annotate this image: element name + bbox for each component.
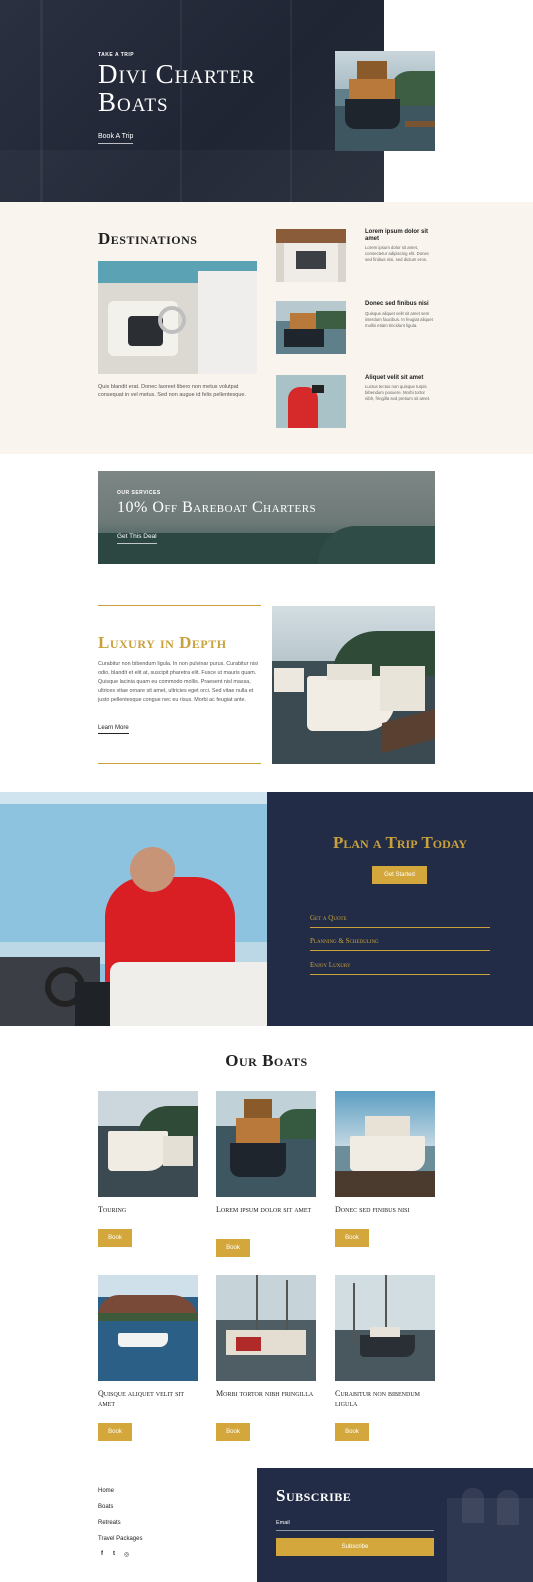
luxury-body: Curabitur non bibendum ligula. In non pu…	[98, 661, 259, 703]
dest-photo-2	[276, 301, 346, 354]
boat-5-book-button[interactable]: Book	[216, 1423, 250, 1441]
hero-title-line1: Divi Charter	[98, 59, 256, 89]
email-field[interactable]: Email	[276, 1520, 434, 1531]
helm-photo	[98, 261, 257, 374]
get-started-button[interactable]: Get Started	[372, 866, 427, 884]
banner-background	[98, 471, 435, 564]
learn-more-link[interactable]: Learn More	[98, 725, 129, 734]
banner-eyebrow: OUR SERVICES	[117, 490, 161, 496]
boat-1-book-button[interactable]: Book	[98, 1229, 132, 1247]
boats-title: Our Boats	[225, 1051, 308, 1070]
luxury-bottom-divider	[98, 763, 261, 764]
boat-photo-3	[335, 1091, 435, 1197]
dest-item-1-body: Lorem ipsum dolor sit amet, consectetur …	[365, 245, 430, 262]
banner-title: 10% Off Bareboat Charters	[117, 499, 317, 516]
footer-link-boats[interactable]: Boats	[98, 1504, 113, 1510]
captain-photo	[0, 792, 267, 1026]
boat-photo-4	[98, 1275, 198, 1381]
luxury-title: Luxury in Depth	[98, 633, 227, 652]
enjoy-luxury-link[interactable]: Enjoy Luxury	[310, 961, 490, 975]
boat-photo-6	[335, 1275, 435, 1381]
twitter-icon[interactable]: t	[113, 1551, 115, 1557]
hero-yacht-photo	[335, 51, 435, 151]
plan-title: Plan a Trip Today	[332, 833, 468, 852]
destinations-body: Quis blandit erat. Donec laoreet libero …	[98, 384, 246, 398]
get-quote-link[interactable]: Get a Quote	[310, 914, 490, 928]
dest-item-1-title: Lorem ipsum dolor sit amet	[365, 229, 429, 242]
subscribe-button[interactable]: Subscribe	[276, 1538, 434, 1556]
footer-link-home[interactable]: Home	[98, 1488, 114, 1494]
destinations-title: Destinations	[98, 229, 198, 248]
hero-background	[0, 0, 384, 202]
boat-name-1: Touring	[98, 1205, 127, 1214]
get-deal-link[interactable]: Get This Deal	[117, 533, 157, 544]
dest-item-2-title: Donec sed finibus nisi	[365, 301, 429, 307]
luxury-top-divider	[98, 605, 261, 606]
boat-3-book-button[interactable]: Book	[335, 1229, 369, 1247]
dest-item-3-body: Luctus tectus non quisque turpis bibendu…	[365, 384, 431, 401]
destinations-background	[0, 202, 533, 454]
boat-photo-5	[216, 1275, 316, 1381]
book-trip-link[interactable]: Book A Trip	[98, 133, 134, 144]
boat-name-4: Quisque aliquet velit sit amet	[98, 1389, 185, 1408]
dest-photo-3	[276, 375, 346, 428]
facebook-icon[interactable]: f	[101, 1551, 103, 1557]
boat-name-6: Curabitur non bibendum ligula	[335, 1389, 421, 1408]
plan-panel: Plan a Trip Today Get Started Get a Quot…	[267, 792, 533, 1026]
boat-photo-1	[98, 1091, 198, 1197]
boat-photo-2	[216, 1091, 316, 1197]
subscribe-panel: Subscribe Email Subscribe	[257, 1468, 533, 1582]
dest-item-3-title: Aliquet velit sit amet	[365, 375, 424, 381]
dest-photo-1	[276, 229, 346, 282]
boat-2-book-button[interactable]: Book	[216, 1239, 250, 1257]
boat-name-2: Lorem ipsum dolor sit amet	[216, 1205, 312, 1214]
boat-4-book-button[interactable]: Book	[98, 1423, 132, 1441]
boat-name-3: Donec sed finibus nisi	[335, 1205, 410, 1214]
hero-eyebrow: TAKE A TRIP	[98, 52, 135, 58]
marina-photo	[272, 606, 435, 764]
footer-link-travel-packages[interactable]: Travel Packages	[98, 1536, 142, 1542]
footer-link-retreats[interactable]: Retreats	[98, 1520, 121, 1526]
dest-item-2-body: Quisque aliquet velit sit amet sem inter…	[365, 311, 433, 328]
hero-title-line2: Boats	[98, 87, 169, 117]
boat-name-5: Morbi tortor nibh fringilla	[216, 1389, 314, 1398]
subscribe-title: Subscribe	[276, 1486, 352, 1505]
planning-scheduling-link[interactable]: Planning & Scheduling	[310, 937, 490, 951]
boat-6-book-button[interactable]: Book	[335, 1423, 369, 1441]
instagram-icon[interactable]: ◎	[124, 1551, 129, 1558]
